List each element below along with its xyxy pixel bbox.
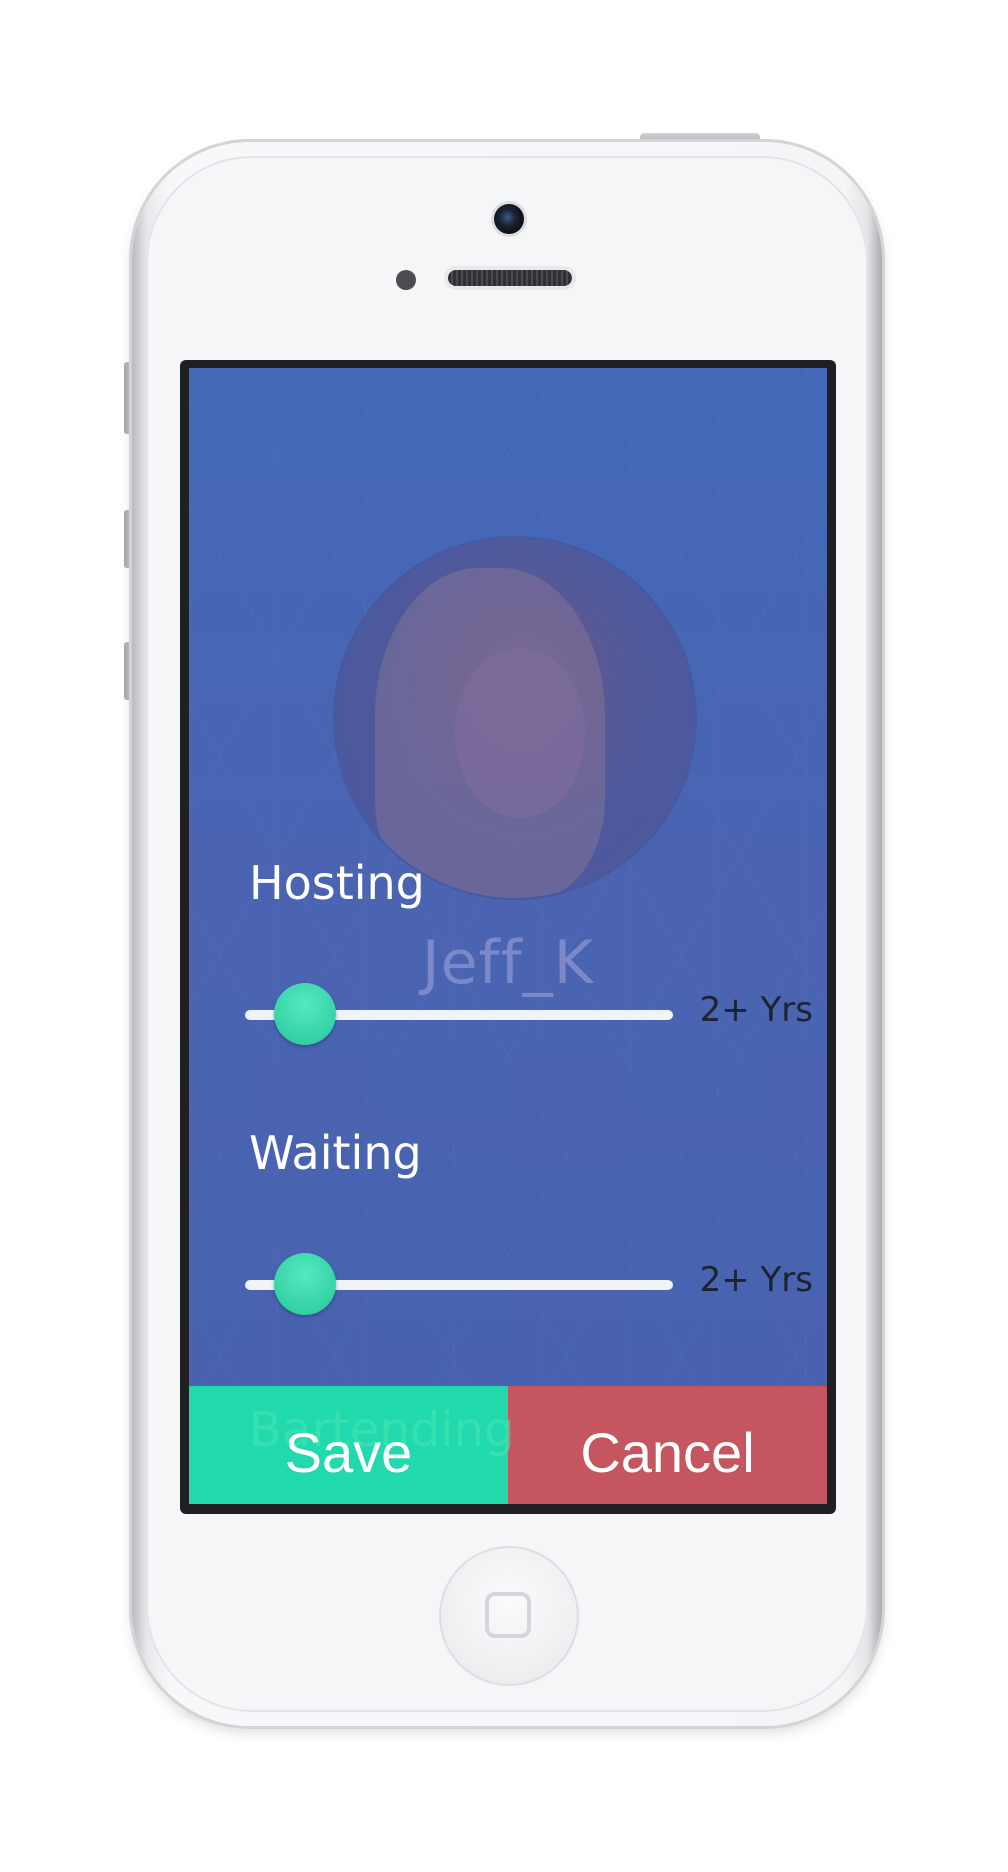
waiting-label: Waiting — [249, 1126, 422, 1180]
app-screen: Jeff_K Hosting 2+ Yrs Waiting 2+ Yrs Bar… — [189, 368, 827, 1504]
hosting-slider-thumb[interactable] — [273, 983, 336, 1045]
device-mockup: Jeff_K Hosting 2+ Yrs Waiting 2+ Yrs Bar… — [0, 0, 1008, 1872]
waiting-value: 2+ Yrs — [699, 1260, 813, 1300]
waiting-slider[interactable] — [245, 1250, 673, 1320]
avatar-photo-face — [455, 648, 585, 818]
earpiece-speaker-icon — [448, 270, 572, 286]
cancel-button-label: Cancel — [580, 1421, 755, 1484]
waiting-slider-thumb[interactable] — [273, 1253, 336, 1315]
home-square-glyph — [485, 1592, 531, 1638]
avatar[interactable] — [335, 538, 695, 898]
cancel-button[interactable]: Cancel — [508, 1386, 827, 1504]
home-button-icon[interactable] — [439, 1546, 579, 1686]
hosting-value: 2+ Yrs — [699, 990, 813, 1030]
hosting-slider[interactable] — [245, 980, 673, 1050]
hosting-label: Hosting — [249, 856, 425, 910]
front-camera-icon — [494, 204, 524, 234]
proximity-sensor — [396, 270, 416, 290]
save-button-label: Save — [284, 1421, 413, 1484]
